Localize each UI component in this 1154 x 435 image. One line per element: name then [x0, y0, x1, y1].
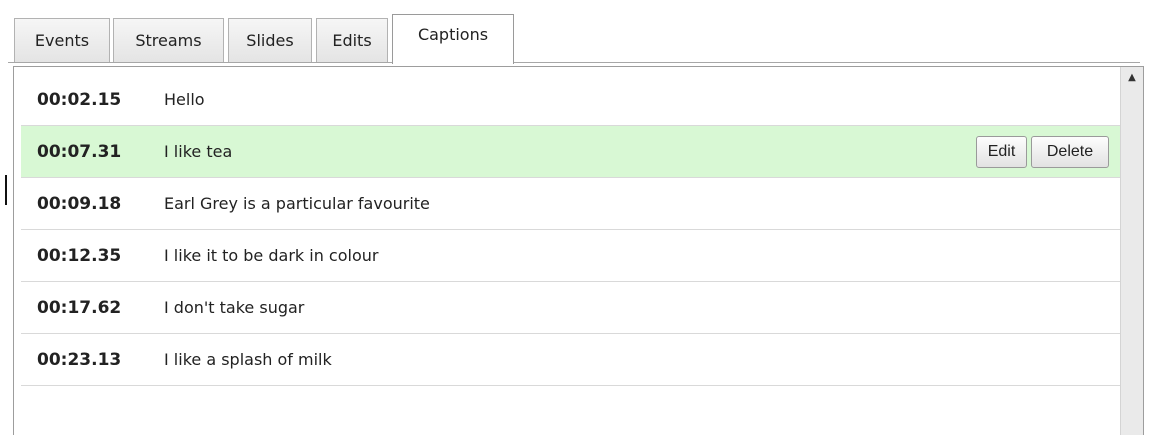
caption-row[interactable]: 00:17.62 I don't take sugar	[21, 282, 1121, 334]
edit-button[interactable]: Edit	[976, 136, 1027, 168]
tab-streams[interactable]: Streams	[113, 18, 224, 62]
text-cursor	[5, 175, 7, 205]
caption-text: I like tea	[164, 142, 233, 161]
caption-text: Earl Grey is a particular favourite	[164, 194, 430, 213]
tab-events[interactable]: Events	[14, 18, 110, 62]
scroll-up-icon[interactable]: ▲	[1121, 67, 1143, 89]
tab-label: Slides	[246, 31, 294, 50]
caption-time: 00:07.31	[37, 142, 122, 162]
caption-time: 00:23.13	[37, 350, 122, 370]
caption-row[interactable]: 00:02.15 Hello	[21, 74, 1121, 126]
tab-slides[interactable]: Slides	[228, 18, 312, 62]
delete-button[interactable]: Delete	[1031, 136, 1109, 168]
caption-row[interactable]: 00:09.18 Earl Grey is a particular favou…	[21, 178, 1121, 230]
caption-text: I like it to be dark in colour	[164, 246, 379, 265]
tab-captions[interactable]: Captions	[392, 14, 514, 64]
captions-list: 00:02.15 Hello 00:07.31 I like tea Edit …	[21, 74, 1121, 386]
tab-label: Events	[34, 31, 90, 50]
caption-time: 00:02.15	[37, 90, 122, 110]
caption-row-selected[interactable]: 00:07.31 I like tea Edit Delete	[21, 126, 1121, 178]
captions-panel: 00:02.15 Hello 00:07.31 I like tea Edit …	[13, 66, 1144, 435]
caption-text: I like a splash of milk	[164, 350, 332, 369]
tab-strip: Events Streams Slides Edits Captions	[0, 10, 1154, 64]
caption-text: Hello	[164, 90, 205, 109]
tab-label: Edits	[332, 31, 372, 50]
vertical-scrollbar[interactable]: ▲	[1120, 67, 1143, 435]
tab-label: Streams	[135, 31, 202, 50]
tab-edits[interactable]: Edits	[316, 18, 388, 62]
caption-time: 00:17.62	[37, 298, 122, 318]
captions-editor: Events Streams Slides Edits Captions 00:…	[0, 0, 1154, 435]
caption-row[interactable]: 00:12.35 I like it to be dark in colour	[21, 230, 1121, 282]
caption-time: 00:12.35	[37, 246, 122, 266]
tab-label: Captions	[417, 25, 489, 44]
caption-time: 00:09.18	[37, 194, 122, 214]
caption-text: I don't take sugar	[164, 298, 305, 317]
caption-row[interactable]: 00:23.13 I like a splash of milk	[21, 334, 1121, 386]
